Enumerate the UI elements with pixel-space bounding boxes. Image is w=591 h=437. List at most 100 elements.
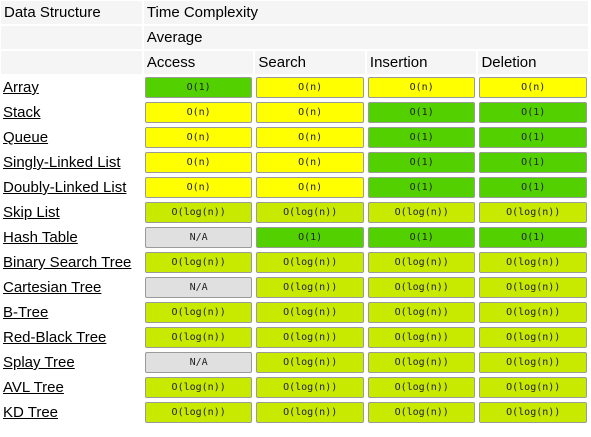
structure-link[interactable]: Queue bbox=[3, 129, 48, 146]
access-complexity-cell: O(log(n)) bbox=[144, 376, 254, 399]
structure-link[interactable]: Splay Tree bbox=[3, 354, 75, 371]
access-column-header: Access bbox=[143, 51, 254, 74]
access-complexity-cell: O(n) bbox=[144, 126, 254, 149]
table-row: Stack O(n) O(n) O(1) O(1) bbox=[1, 101, 588, 124]
complexity-badge: O(1) bbox=[367, 152, 476, 173]
table-row: Splay Tree N/A O(log(n)) O(log(n)) O(log(n)) bbox=[1, 351, 588, 374]
empty-header-cell bbox=[1, 51, 142, 74]
complexity-badge: O(log(n)) bbox=[479, 252, 587, 273]
access-complexity-cell: O(log(n)) bbox=[144, 251, 254, 274]
header-row-title: Data Structure Time Complexity bbox=[1, 1, 588, 24]
complexity-badge: O(log(n)) bbox=[256, 252, 364, 273]
access-complexity-cell: O(log(n)) bbox=[144, 401, 254, 424]
search-complexity-cell: O(log(n)) bbox=[255, 401, 365, 424]
insertion-complexity-cell: O(log(n)) bbox=[367, 201, 477, 224]
structure-name-cell: Stack bbox=[1, 101, 142, 124]
complexity-badge: O(log(n)) bbox=[144, 302, 253, 323]
complexity-badge: O(log(n)) bbox=[367, 202, 476, 223]
table-row: Doubly-Linked List O(n) O(n) O(1) O(1) bbox=[1, 176, 588, 199]
insertion-complexity-cell: O(log(n)) bbox=[367, 251, 477, 274]
search-complexity-cell: O(log(n)) bbox=[255, 276, 365, 299]
structure-link[interactable]: Singly-Linked List bbox=[3, 154, 121, 171]
table-row: Array O(1) O(n) O(n) O(n) bbox=[1, 76, 588, 99]
deletion-complexity-cell: O(log(n)) bbox=[478, 276, 588, 299]
complexity-badge: O(log(n)) bbox=[367, 277, 476, 298]
complexity-badge: O(log(n)) bbox=[256, 302, 364, 323]
structure-link[interactable]: Array bbox=[3, 79, 39, 96]
structure-link[interactable]: KD Tree bbox=[3, 404, 58, 421]
deletion-complexity-cell: O(log(n)) bbox=[478, 351, 588, 374]
access-complexity-cell: O(log(n)) bbox=[144, 201, 254, 224]
structure-link[interactable]: Red-Black Tree bbox=[3, 329, 106, 346]
complexity-badge: O(log(n)) bbox=[479, 302, 587, 323]
search-complexity-cell: O(log(n)) bbox=[255, 376, 365, 399]
table-row: Queue O(n) O(n) O(1) O(1) bbox=[1, 126, 588, 149]
complexity-badge: O(n) bbox=[256, 152, 364, 173]
complexity-badge: O(log(n)) bbox=[256, 402, 364, 423]
access-complexity-cell: N/A bbox=[144, 226, 254, 249]
search-complexity-cell: O(n) bbox=[255, 176, 365, 199]
deletion-complexity-cell: O(1) bbox=[478, 151, 588, 174]
deletion-complexity-cell: O(log(n)) bbox=[478, 401, 588, 424]
table-row: Singly-Linked List O(n) O(n) O(1) O(1) bbox=[1, 151, 588, 174]
search-complexity-cell: O(n) bbox=[255, 151, 365, 174]
structure-name-cell: KD Tree bbox=[1, 401, 142, 424]
structure-link[interactable]: Stack bbox=[3, 104, 41, 121]
complexity-badge: O(1) bbox=[479, 152, 587, 173]
header-row-average: Average bbox=[1, 26, 588, 49]
complexity-badge: O(log(n)) bbox=[367, 252, 476, 273]
deletion-complexity-cell: O(1) bbox=[478, 176, 588, 199]
average-header: Average bbox=[143, 26, 588, 49]
complexity-badge: O(log(n)) bbox=[479, 277, 587, 298]
structure-link[interactable]: Doubly-Linked List bbox=[3, 179, 126, 196]
access-complexity-cell: O(n) bbox=[144, 101, 254, 124]
structure-name-cell: AVL Tree bbox=[1, 376, 142, 399]
complexity-badge: O(log(n)) bbox=[256, 202, 364, 223]
complexity-badge: O(log(n)) bbox=[367, 352, 476, 373]
structure-name-cell: Singly-Linked List bbox=[1, 151, 142, 174]
access-complexity-cell: O(n) bbox=[144, 176, 254, 199]
complexity-badge: O(log(n)) bbox=[367, 302, 476, 323]
complexity-badge: N/A bbox=[144, 352, 253, 373]
deletion-complexity-cell: O(log(n)) bbox=[478, 201, 588, 224]
table-row: Red-Black Tree O(log(n)) O(log(n)) O(log(n)… bbox=[1, 326, 588, 349]
time-complexity-header: Time Complexity bbox=[143, 1, 588, 24]
structure-link[interactable]: Binary Search Tree bbox=[3, 254, 131, 271]
complexity-badge: O(1) bbox=[144, 77, 253, 98]
complexity-badge: O(log(n)) bbox=[367, 402, 476, 423]
deletion-complexity-cell: O(1) bbox=[478, 126, 588, 149]
complexity-badge: O(n) bbox=[256, 177, 364, 198]
complexity-badge: O(1) bbox=[479, 227, 587, 248]
table-row: Cartesian Tree N/A O(log(n)) O(log(n)) O(log… bbox=[1, 276, 588, 299]
complexity-badge: O(log(n)) bbox=[367, 377, 476, 398]
complexity-badge: O(log(n)) bbox=[367, 327, 476, 348]
search-complexity-cell: O(log(n)) bbox=[255, 326, 365, 349]
structure-link[interactable]: B-Tree bbox=[3, 304, 48, 321]
complexity-badge: O(n) bbox=[144, 127, 253, 148]
table-row: Binary Search Tree O(log(n)) O(log(n)) O(lo… bbox=[1, 251, 588, 274]
table-row: B-Tree O(log(n)) O(log(n)) O(log(n)) O(log(n… bbox=[1, 301, 588, 324]
deletion-complexity-cell: O(log(n)) bbox=[478, 376, 588, 399]
complexity-badge: O(log(n)) bbox=[256, 352, 364, 373]
deletion-complexity-cell: O(1) bbox=[478, 101, 588, 124]
complexity-badge: N/A bbox=[144, 277, 253, 298]
structure-link[interactable]: AVL Tree bbox=[3, 379, 64, 396]
insertion-complexity-cell: O(1) bbox=[367, 176, 477, 199]
complexity-badge: O(log(n)) bbox=[479, 352, 587, 373]
complexity-badge: O(log(n)) bbox=[479, 377, 587, 398]
structure-name-cell: Red-Black Tree bbox=[1, 326, 142, 349]
complexity-badge: O(n) bbox=[144, 177, 253, 198]
complexity-badge: O(log(n)) bbox=[144, 377, 253, 398]
structure-name-cell: Cartesian Tree bbox=[1, 276, 142, 299]
structure-link[interactable]: Cartesian Tree bbox=[3, 279, 101, 296]
complexity-badge: O(1) bbox=[367, 227, 476, 248]
deletion-complexity-cell: O(1) bbox=[478, 226, 588, 249]
structure-link[interactable]: Hash Table bbox=[3, 229, 78, 246]
table-row: AVL Tree O(log(n)) O(log(n)) O(log(n)) O(log… bbox=[1, 376, 588, 399]
search-complexity-cell: O(log(n)) bbox=[255, 351, 365, 374]
deletion-complexity-cell: O(log(n)) bbox=[478, 251, 588, 274]
complexity-badge: O(1) bbox=[367, 127, 476, 148]
access-complexity-cell: N/A bbox=[144, 276, 254, 299]
structure-link[interactable]: Skip List bbox=[3, 204, 60, 221]
insertion-column-header: Insertion bbox=[366, 51, 477, 74]
